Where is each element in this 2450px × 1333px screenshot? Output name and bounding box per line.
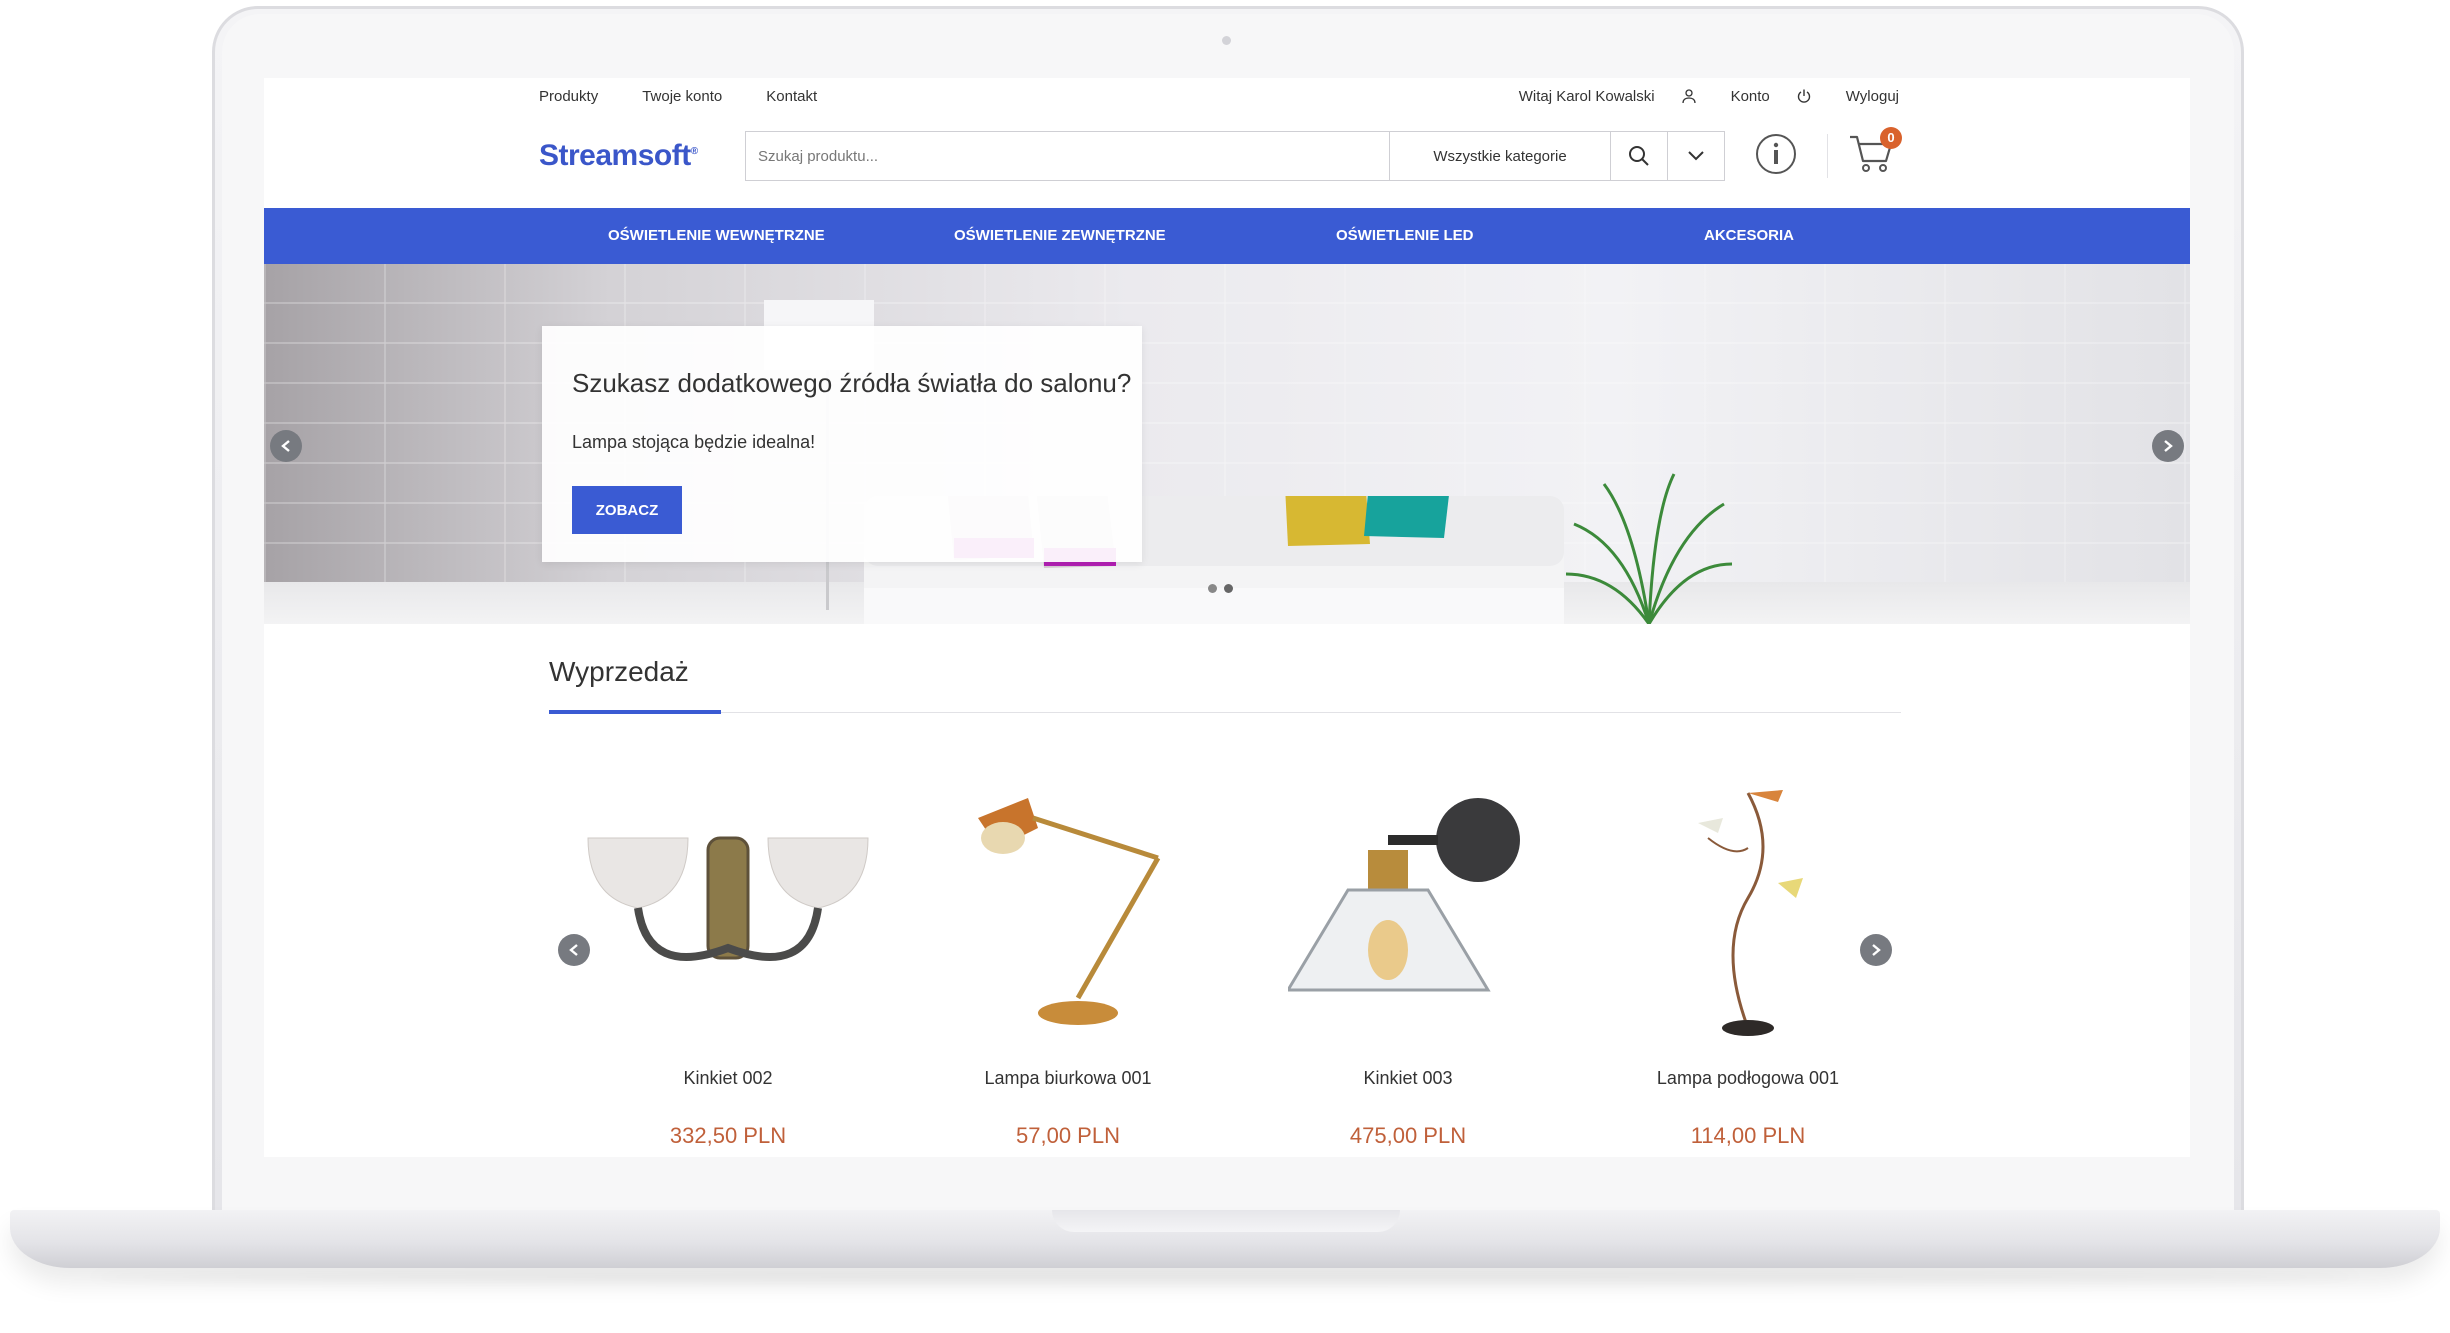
desk-lamp-image [978,798,1161,1025]
product-name[interactable]: Lampa podłogowa 001 [1578,1068,1918,1089]
header-divider [1827,134,1828,178]
product-image[interactable] [898,778,1238,1048]
search-options-button[interactable] [1667,132,1724,180]
nav-accessories[interactable]: AKCESORIA [1704,208,1794,264]
product-name[interactable]: Lampa biurkowa 001 [898,1068,1238,1089]
sale-title: Wyprzedaż [549,656,689,687]
product-price: 475,00 PLN [1349,1123,1467,1148]
search-bar: Wszystkie kategorie [745,131,1725,181]
wall-lamp-double-image [587,836,869,961]
sale-title-underline [549,710,721,714]
product-card[interactable]: Kinkiet 002 332,50 PLN [558,778,898,1149]
product-card[interactable]: Lampa podłogowa 001 114,00 PLN [1578,778,1918,1149]
cart-count-badge: 0 [1880,126,1902,149]
user-greeting: Witaj Karol Kowalski [1518,87,1655,105]
sale-divider [549,712,1901,713]
main-nav: OŚWIETLENIE WEWNĘTRZNE OŚWIETLENIE ZEWNĘ… [264,208,2190,264]
account-link[interactable]: Konto [1681,88,1770,105]
search-button[interactable] [1610,132,1667,180]
laptop-shadow [90,1270,2360,1284]
info-button[interactable] [1755,133,1797,180]
logout-label: Wyloguj [1845,87,1899,105]
logo-text: Streamsoft [539,139,691,172]
product-image[interactable] [1578,778,1918,1048]
camera [1222,36,1231,45]
product-name[interactable]: Kinkiet 003 [1238,1068,1578,1089]
account-label: Konto [1730,87,1770,105]
hero-text: Lampa stojąca będzie idealna! [572,432,816,452]
logo[interactable]: Streamsoft® [539,139,739,173]
hero-pagination [1208,584,1240,593]
chevron-down-icon [1688,151,1704,161]
power-icon [1797,89,1810,103]
link-products[interactable]: Produkty [539,88,598,105]
link-contact[interactable]: Kontakt [766,88,817,105]
search-input[interactable] [746,132,1389,180]
search-icon [1629,146,1649,166]
nav-outdoor-lighting[interactable]: OŚWIETLENIE ZEWNĘTRZNE [954,208,1166,264]
hero-next-button[interactable] [2152,430,2184,462]
plant-image [1565,473,1733,624]
header: Streamsoft® Wszystkie kategorie 0 [539,126,1902,182]
hero-heading: Szukasz dodatkowego źródła światła do sa… [572,368,1132,398]
screen: Produkty Twoje konto Kontakt Witaj Karol… [264,78,2190,1157]
chevron-right-icon [2164,440,2173,452]
hero-dot-2[interactable] [1224,584,1233,593]
hero-prev-button[interactable] [270,430,302,462]
nav-indoor-lighting[interactable]: OŚWIETLENIE WEWNĘTRZNE [608,208,825,264]
link-account[interactable]: Twoje konto [642,88,722,105]
top-bar: Produkty Twoje konto Kontakt Witaj Karol… [539,78,1899,114]
product-name[interactable]: Kinkiet 002 [558,1068,898,1089]
product-image[interactable] [1238,778,1578,1048]
product-card[interactable]: Lampa biurkowa 001 57,00 PLN [898,778,1238,1149]
nav-led-lighting[interactable]: OŚWIETLENIE LED [1336,208,1474,264]
user-icon [1681,89,1696,104]
product-price: 57,00 PLN [1016,1123,1120,1148]
product-card[interactable]: Kinkiet 003 475,00 PLN [1238,778,1578,1149]
hero-banner: Szukasz dodatkowego źródła światła do sa… [264,264,2190,624]
laptop-notch [1052,1210,1400,1232]
hero-dot-1[interactable] [1208,584,1217,593]
product-price: 332,50 PLN [669,1123,787,1148]
info-icon [1756,133,1796,174]
product-image[interactable] [558,778,898,1048]
wall-lamp-glass-image [1285,798,1520,992]
user-menu: Witaj Karol Kowalski Konto Wyloguj [1493,88,1899,105]
logout-link[interactable]: Wyloguj [1796,88,1899,105]
category-select[interactable]: Wszystkie kategorie [1389,132,1610,180]
hero-cta-button[interactable]: ZOBACZ [572,486,682,534]
hero-promo-box: Szukasz dodatkowego źródła światła do sa… [542,326,1142,562]
floor-lamp-multi-image [1698,790,1803,1036]
product-price: 114,00 PLN [1690,1123,1806,1148]
chevron-left-icon [281,440,290,452]
cart-button[interactable]: 0 [1848,126,1902,180]
